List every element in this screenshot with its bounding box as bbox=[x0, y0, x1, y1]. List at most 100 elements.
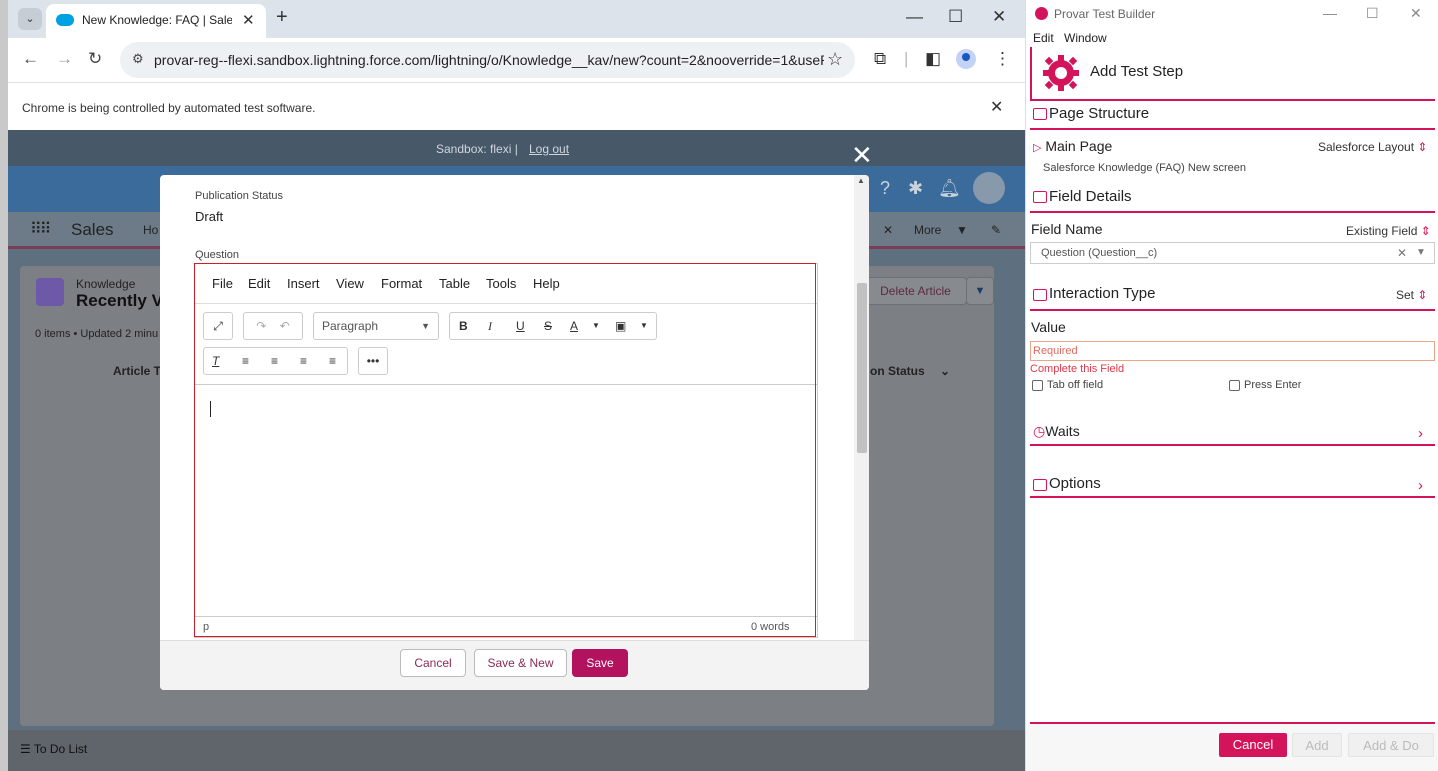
nav-item-more[interactable]: More bbox=[914, 223, 941, 237]
undo-icon[interactable]: ↶ bbox=[280, 319, 290, 333]
provar-titlebar: Provar Test Builder — ☐ ✕ bbox=[1026, 0, 1438, 28]
address-bar[interactable]: ⚙ provar-reg--flexi.sandbox.lightning.fo… bbox=[120, 42, 855, 78]
maximize-icon[interactable]: ☐ bbox=[948, 7, 963, 27]
extensions-icon[interactable]: ⧉ bbox=[874, 49, 886, 69]
profile-avatar-icon[interactable] bbox=[956, 49, 976, 69]
list-view-meta: 0 items • Updated 2 minu bbox=[35, 328, 159, 340]
menu-table[interactable]: Table bbox=[439, 276, 470, 291]
align-left-icon[interactable]: ≡ bbox=[242, 348, 249, 374]
save-new-button[interactable]: Save & New bbox=[474, 649, 567, 677]
options-expand-chevron-icon[interactable]: › bbox=[1418, 477, 1423, 494]
align-right-icon[interactable]: ≡ bbox=[300, 348, 307, 374]
tab-search-dropdown-icon[interactable]: ⌄ bbox=[18, 8, 42, 30]
highlight-color-icon[interactable]: ▣ bbox=[615, 313, 626, 339]
italic-icon[interactable]: I bbox=[488, 313, 492, 339]
interaction-select[interactable]: Set ⇕ bbox=[1396, 288, 1427, 302]
layout-select[interactable]: Salesforce Layout ⇕ bbox=[1318, 140, 1427, 154]
setup-gear-icon[interactable]: ✱ bbox=[908, 178, 923, 199]
tab-off-checkbox[interactable] bbox=[1032, 380, 1043, 391]
clear-format-icon[interactable]: T bbox=[212, 348, 219, 374]
editor-menubar: File Edit Insert View Format Table Tools… bbox=[195, 264, 817, 304]
element-path[interactable]: p bbox=[203, 621, 209, 633]
waits-section[interactable]: ◷Waits bbox=[1033, 423, 1080, 440]
forward-icon[interactable]: → bbox=[56, 49, 73, 69]
site-settings-icon[interactable]: ⚙ bbox=[132, 51, 144, 67]
justify-icon[interactable]: ≡ bbox=[329, 348, 336, 374]
field-details-title[interactable]: Field Details bbox=[1049, 188, 1132, 205]
cancel-button[interactable]: Cancel bbox=[400, 649, 466, 677]
help-icon[interactable]: ? bbox=[880, 178, 890, 199]
column-header-article[interactable]: Article T bbox=[113, 364, 161, 378]
clear-field-icon[interactable]: ✕ bbox=[1397, 246, 1407, 260]
notifications-bell-icon[interactable]: 🔔︎ bbox=[938, 178, 961, 199]
press-enter-checkbox[interactable] bbox=[1229, 380, 1240, 391]
provar-add-do-button[interactable]: Add & Do bbox=[1348, 733, 1434, 757]
column-header-status[interactable]: on Status bbox=[870, 364, 925, 378]
more-chevron-icon[interactable]: ▼ bbox=[956, 223, 968, 237]
nav-close-icon[interactable]: ✕ bbox=[883, 223, 893, 237]
menu-format[interactable]: Format bbox=[381, 276, 422, 291]
scroll-up-icon[interactable]: ▲ bbox=[857, 176, 865, 185]
new-tab-icon[interactable]: + bbox=[276, 6, 288, 29]
page-structure-title[interactable]: Page Structure bbox=[1049, 105, 1149, 122]
align-center-icon[interactable]: ≡ bbox=[271, 348, 278, 374]
browser-tab[interactable]: New Knowledge: FAQ | Salesfo ✕ bbox=[46, 4, 266, 38]
user-avatar[interactable] bbox=[973, 172, 1005, 204]
field-source-select[interactable]: Existing Field ⇕ bbox=[1346, 224, 1431, 238]
field-dropdown-icon[interactable]: ▼ bbox=[1416, 247, 1426, 258]
paragraph-select[interactable]: Paragraph ▼ bbox=[313, 312, 439, 340]
fullscreen-icon[interactable]: ⤢ bbox=[203, 312, 233, 340]
delete-article-button[interactable]: Delete Article bbox=[864, 277, 967, 305]
more-tools-icon[interactable]: ••• bbox=[358, 347, 388, 375]
highlight-caret-icon[interactable]: ▼ bbox=[640, 313, 648, 339]
tab-close-icon[interactable]: ✕ bbox=[242, 11, 255, 29]
text-color-caret-icon[interactable]: ▼ bbox=[592, 313, 600, 339]
field-name-combobox[interactable]: Question (Question__c) ✕ ▼ bbox=[1030, 242, 1435, 264]
bold-icon[interactable]: B bbox=[459, 313, 468, 339]
actions-dropdown-icon[interactable]: ▼ bbox=[966, 277, 994, 305]
column-sort-chevron-icon[interactable]: ⌄ bbox=[940, 364, 950, 378]
app-launcher-icon[interactable]: ⠿⠿ bbox=[30, 219, 51, 239]
logout-link[interactable]: Log out bbox=[529, 142, 569, 156]
bookmark-star-icon[interactable]: ☆ bbox=[827, 49, 843, 70]
menu-tools[interactable]: Tools bbox=[486, 276, 516, 291]
edit-nav-icon[interactable]: ✎ bbox=[991, 223, 1001, 237]
menu-insert[interactable]: Insert bbox=[287, 276, 320, 291]
provar-maximize-icon[interactable]: ☐ bbox=[1366, 5, 1379, 22]
url-text[interactable]: provar-reg--flexi.sandbox.lightning.forc… bbox=[154, 52, 824, 68]
provar-add-button[interactable]: Add bbox=[1292, 733, 1342, 757]
underline-icon[interactable]: U bbox=[516, 313, 525, 339]
back-icon[interactable]: ← bbox=[22, 49, 39, 69]
waits-expand-chevron-icon[interactable]: › bbox=[1418, 425, 1423, 442]
options-title[interactable]: Options bbox=[1049, 475, 1101, 492]
scroll-thumb[interactable] bbox=[857, 283, 867, 453]
strikethrough-icon[interactable]: S bbox=[544, 313, 552, 339]
window-close-icon[interactable]: ✕ bbox=[992, 7, 1006, 27]
provar-menu-window[interactable]: Window bbox=[1064, 31, 1107, 45]
modal-close-icon[interactable]: ✕ bbox=[851, 140, 873, 171]
redo-icon[interactable]: ↷ bbox=[256, 319, 266, 333]
todo-list-item[interactable]: ☰ To Do List bbox=[20, 742, 87, 756]
word-count[interactable]: 0 words bbox=[751, 621, 790, 633]
provar-cancel-button[interactable]: Cancel bbox=[1219, 733, 1287, 757]
menu-edit[interactable]: Edit bbox=[248, 276, 270, 291]
main-page-section[interactable]: ▷ Main Page bbox=[1033, 138, 1112, 154]
infobar-close-icon[interactable]: ✕ bbox=[990, 97, 1003, 117]
provar-close-icon[interactable]: ✕ bbox=[1410, 5, 1422, 22]
text-color-icon[interactable]: A bbox=[570, 313, 578, 339]
menu-help[interactable]: Help bbox=[533, 276, 560, 291]
nav-item-home[interactable]: Ho bbox=[143, 223, 158, 237]
value-input[interactable]: Required bbox=[1030, 341, 1435, 361]
save-button[interactable]: Save bbox=[572, 649, 628, 677]
minimize-icon[interactable]: — bbox=[906, 7, 923, 27]
chrome-menu-icon[interactable]: ⋮ bbox=[994, 49, 1011, 69]
reload-icon[interactable]: ↻ bbox=[88, 49, 102, 69]
provar-menu-edit[interactable]: Edit bbox=[1033, 31, 1054, 45]
side-panel-icon[interactable]: ◧ bbox=[925, 49, 941, 69]
editor-content-area[interactable] bbox=[195, 384, 817, 614]
list-view-title[interactable]: Recently V bbox=[76, 291, 163, 311]
menu-view[interactable]: View bbox=[336, 276, 364, 291]
menu-file[interactable]: File bbox=[212, 276, 233, 291]
provar-minimize-icon[interactable]: — bbox=[1323, 5, 1337, 21]
modal-scrollbar[interactable]: ▲ bbox=[854, 175, 869, 655]
